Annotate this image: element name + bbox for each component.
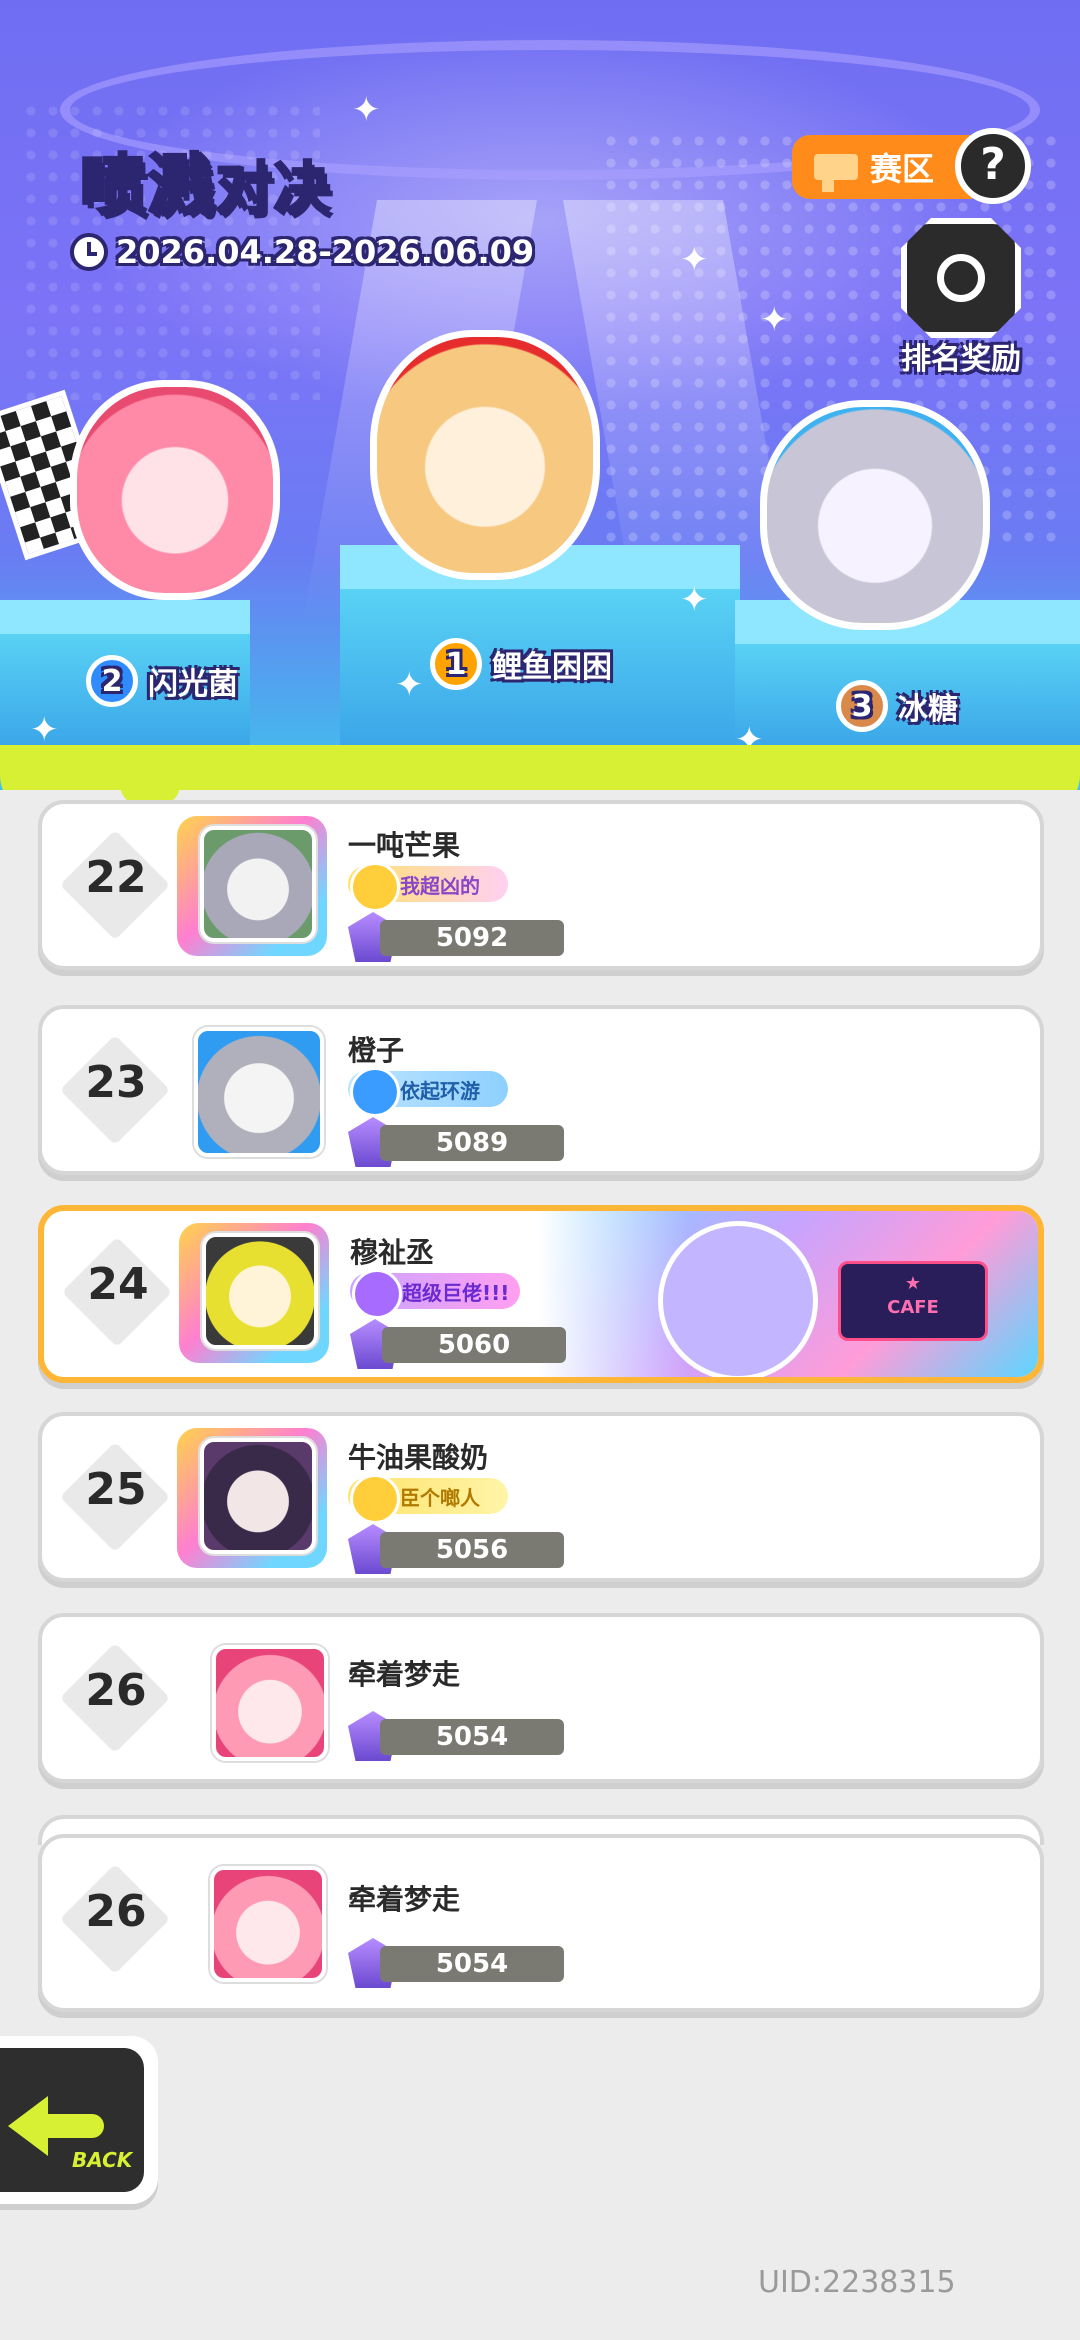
player-score: 5092 xyxy=(380,920,564,956)
rank-medal-icon: 2 xyxy=(86,655,138,707)
rank-number: 26 xyxy=(85,1665,147,1716)
question-mark-icon: ? xyxy=(980,139,1006,190)
player-score: 5054 xyxy=(380,1719,564,1755)
event-title: 喷溅对决 xyxy=(79,132,332,228)
podium-first-name: 鲤鱼困困 xyxy=(492,650,612,685)
back-button[interactable]: BACK xyxy=(0,2036,158,2204)
title-main: 喷溅 xyxy=(79,146,216,226)
player-banner: ★ CAFE xyxy=(538,1211,1038,1377)
podium-third-character[interactable] xyxy=(760,400,990,630)
leaderboard-row[interactable]: 23 橙子 依起环游 5089 xyxy=(38,1005,1044,1175)
leaderboard-row[interactable]: 26 牵着梦走 5054 xyxy=(38,1613,1044,1783)
player-title-tag: 依起环游 xyxy=(348,1067,508,1117)
player-name: 牛油果酸奶 xyxy=(348,1441,489,1474)
rank-medal-icon: 1 xyxy=(430,638,482,690)
player-name: 牵着梦走 xyxy=(348,1883,461,1916)
leaderboard-row[interactable]: 25 牛油果酸奶 臣个啷人 5056 xyxy=(38,1412,1044,1582)
player-title-text: 依起环游 xyxy=(400,1078,480,1103)
player-name: 一吨芒果 xyxy=(348,829,461,862)
title-badge-icon xyxy=(350,1474,400,1524)
rank-reward-label: 排名奖励 xyxy=(901,342,1021,377)
banner-neon-sign: ★ CAFE xyxy=(838,1261,988,1341)
title-badge-icon xyxy=(350,1067,400,1117)
sparkle-icon: ✦ xyxy=(30,710,59,750)
avatar[interactable] xyxy=(210,1866,326,1982)
sparkle-icon: ✦ xyxy=(395,665,424,705)
rank-number: 22 xyxy=(85,852,147,903)
reward-badge-icon xyxy=(901,218,1021,338)
podium-first-tag: 1 鲤鱼困困 xyxy=(430,638,612,690)
leaderboard-row[interactable]: 22 一吨芒果 我超凶的 5092 xyxy=(38,800,1044,970)
podium-third-name: 冰糖 xyxy=(898,692,958,727)
avatar[interactable] xyxy=(212,1645,328,1761)
player-score: 5054 xyxy=(380,1946,564,1982)
player-score: 5056 xyxy=(380,1532,564,1568)
podium-third-tag: 3 冰糖 xyxy=(836,680,958,732)
rank-number: 23 xyxy=(85,1057,147,1108)
player-score: 5060 xyxy=(382,1327,566,1363)
title-badge-icon xyxy=(350,862,400,912)
player-name: 橙子 xyxy=(348,1034,405,1067)
player-title-text: 臣个啷人 xyxy=(400,1485,480,1510)
region-button-label: 赛区 xyxy=(870,150,935,188)
player-score: 5089 xyxy=(380,1125,564,1161)
rank-number: 26 xyxy=(85,1886,147,1937)
player-title-text: 我超凶的 xyxy=(400,873,480,898)
rank-reward-button[interactable]: 排名奖励 xyxy=(896,218,1026,377)
sparkle-icon: ✦ xyxy=(680,240,709,280)
water-gun-icon xyxy=(814,154,858,192)
slime-drip xyxy=(1010,745,1060,790)
avatar[interactable] xyxy=(194,1027,324,1157)
clock-icon xyxy=(70,233,108,271)
slime-drip xyxy=(120,745,180,805)
leaderboard-row-highlighted[interactable]: ★ CAFE 24 穆祉丞 超级巨佬!!! 5060 xyxy=(38,1205,1044,1383)
back-label: BACK xyxy=(72,2148,133,2172)
avatar[interactable] xyxy=(200,1438,316,1554)
rank-number: 25 xyxy=(85,1464,147,1515)
user-id: UID:2238315 xyxy=(758,2265,956,2300)
back-button-face: BACK xyxy=(0,2048,144,2192)
sparkle-icon: ✦ xyxy=(352,90,381,130)
leaderboard-row-self[interactable]: 26 牵着梦走 5054 xyxy=(38,1834,1044,2012)
player-title-tag: 超级巨佬!!! xyxy=(350,1269,520,1319)
sparkle-icon: ✦ xyxy=(760,300,789,340)
help-button[interactable]: ? xyxy=(955,128,1031,204)
rank-medal-icon: 3 xyxy=(836,680,888,732)
player-name: 穆祉丞 xyxy=(350,1236,435,1269)
podium-second-character[interactable] xyxy=(70,380,280,600)
region-button[interactable]: 赛区 xyxy=(792,135,972,199)
player-title-tag: 臣个啷人 xyxy=(348,1474,508,1524)
podium-first-character[interactable] xyxy=(370,330,600,580)
event-date-range: 2026.04.28-2026.06.09 xyxy=(70,233,534,271)
event-header: 喷溅对决 2026.04.28-2026.06.09 赛区 ? 排名奖励 2 闪… xyxy=(0,0,1080,790)
title-badge-icon xyxy=(352,1269,402,1319)
podium-second-tag: 2 闪光菌 xyxy=(86,655,238,707)
back-arrow-icon xyxy=(8,2096,48,2156)
avatar[interactable] xyxy=(200,826,316,942)
player-title-tag: 我超凶的 xyxy=(348,862,508,912)
rank-number: 24 xyxy=(87,1259,149,1310)
sparkle-icon: ✦ xyxy=(680,580,709,620)
podium-second-name: 闪光菌 xyxy=(148,667,238,702)
back-arrow-shaft xyxy=(44,2114,104,2138)
podium-second-top xyxy=(0,600,250,634)
player-name: 牵着梦走 xyxy=(348,1658,461,1691)
date-range-text: 2026.04.28-2026.06.09 xyxy=(116,233,535,271)
banner-character xyxy=(658,1221,818,1377)
title-suffix: 对决 xyxy=(215,156,332,224)
player-title-text: 超级巨佬!!! xyxy=(402,1280,510,1305)
avatar[interactable] xyxy=(202,1233,318,1349)
